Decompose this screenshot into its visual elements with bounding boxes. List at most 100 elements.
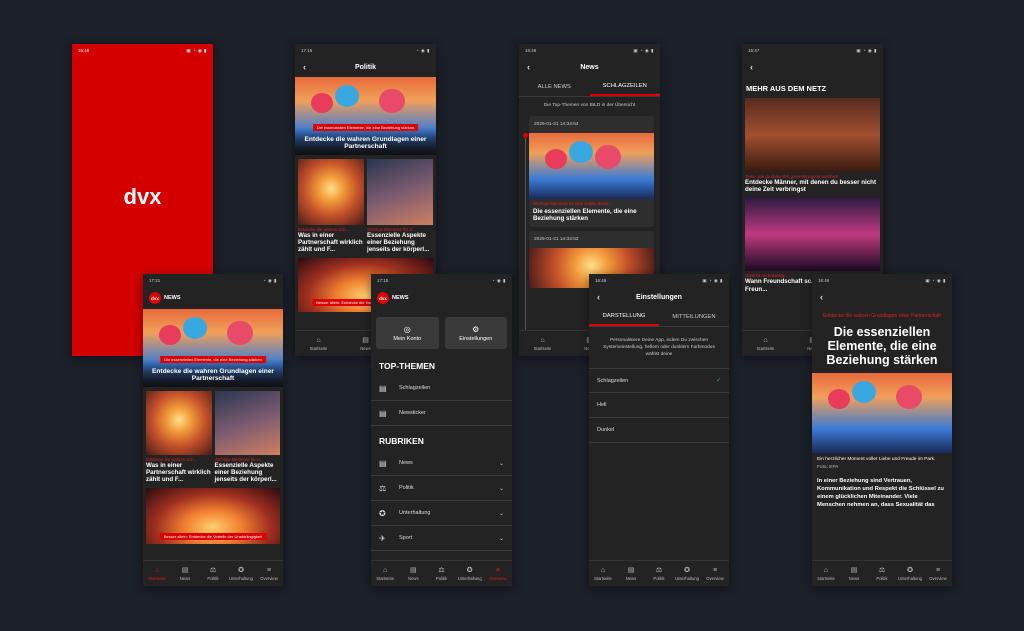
home-icon: ⌂ <box>823 566 829 574</box>
option-dunkel[interactable]: Dunkel <box>589 418 729 443</box>
home-icon: ⌂ <box>154 566 160 574</box>
tab-all-news[interactable]: ALLE NEWS <box>519 77 590 96</box>
item-title: Entdecke Männer, mit denen du besser nic… <box>745 179 877 194</box>
tree <box>828 389 850 409</box>
chevron-down-icon[interactable]: ⌄ <box>499 510 504 517</box>
brand-badge: dvx <box>377 292 389 304</box>
hero-kicker: Die essenziellen Elemente, die eine Bezi… <box>312 124 419 131</box>
nav-label: Politik <box>653 575 665 581</box>
nav-startseite[interactable]: ⌂ Startseite <box>742 331 789 356</box>
article-screen: 16:46 ▣ ◔ ◉ ▮ ‹ Entdecke die wahren Grund… <box>812 274 952 586</box>
tab-bar: DARSTELLUNG MITTEILUNGEN <box>589 307 729 327</box>
settings-button[interactable]: ⚙ Einstellungen <box>444 317 507 349</box>
nav-label: Startseite <box>148 575 166 581</box>
article-image[interactable]: Besser allein: Entdecke die Vorteile der… <box>146 487 280 544</box>
menu-label: News <box>399 460 413 466</box>
nav-unterhaltung[interactable]: ✪ Unterhaltung <box>673 561 701 586</box>
option-schlagzeilen[interactable]: Schlagzeilen ✓ <box>589 368 729 393</box>
nav-news[interactable]: ▤News <box>617 561 645 586</box>
back-icon[interactable]: ‹ <box>820 292 823 302</box>
image-caption: Ein herzlicher Moment voller Liebe und F… <box>817 457 936 462</box>
news-icon: ▤ <box>181 566 189 574</box>
nav-politik[interactable]: ⚖Politik <box>427 561 455 586</box>
menu-item-news[interactable]: ▤ News ⌄ <box>371 451 512 476</box>
nav-unterhaltung[interactable]: ✪ Unterhaltung <box>896 561 924 586</box>
list-item[interactable]: Wichtige Elemente für ei... Essenzielle A… <box>367 159 433 254</box>
nav-label: Startseite <box>594 575 612 581</box>
back-icon[interactable]: ‹ <box>750 62 753 72</box>
status-icons: ◔ ◉ ▮ <box>415 47 430 53</box>
chevron-down-icon[interactable]: ⌄ <box>499 460 504 467</box>
splash-logo: dvx <box>123 184 162 209</box>
running-icon: ✈ <box>379 533 386 543</box>
menu-label: Unterhaltung <box>399 510 431 516</box>
page-title: News <box>580 63 599 71</box>
nav-politik[interactable]: ⚖Politik <box>645 561 673 586</box>
nav-overview[interactable]: ≡ Overview <box>924 561 952 586</box>
nav-unterhaltung[interactable]: ✪ Unterhaltung <box>227 561 255 586</box>
status-icons: ◔ ◉ ▮ <box>491 277 506 283</box>
nav-news[interactable]: ▤News <box>171 561 199 586</box>
nav-overview[interactable]: ≡ Overview <box>484 561 512 586</box>
article-body: In einer Beziehung sind Vertrauen, Kommu… <box>817 477 944 508</box>
account-button[interactable]: ◎ Mein Konto <box>376 317 439 349</box>
menu-item-unterhaltung[interactable]: ✪ Unterhaltung ⌄ <box>371 501 512 526</box>
menu-item-newsticker[interactable]: ▤ Newsticker <box>371 401 512 426</box>
list-item[interactable]: Wichtige Elemente für ei... Essenzielle A… <box>214 391 280 484</box>
star-icon: ✪ <box>684 566 690 574</box>
nav-label: Startseite <box>817 575 835 581</box>
tree <box>595 145 621 169</box>
tab-darstellung[interactable]: DARSTELLUNG <box>589 307 659 326</box>
hero-image[interactable]: Die essenziellen Elemente, die eine Bezi… <box>295 77 436 155</box>
hero-kicker: Die essenziellen Elemente, die eine Bezi… <box>160 356 266 363</box>
tree <box>852 381 876 403</box>
hero-title: Entdecke die wahren Grundlagen einer Par… <box>151 367 275 383</box>
section-heading: TOP-THEMEN <box>379 361 436 371</box>
menu-item-schlagzeilen[interactable]: ▤ Schlagzeilen <box>371 376 512 401</box>
user-icon: ◎ <box>403 324 411 334</box>
tab-mitteilungen[interactable]: MITTEILUNGEN <box>659 307 729 326</box>
nav-overview[interactable]: ≡ Overview <box>701 561 729 586</box>
nav-startseite[interactable]: ⌂ Startseite <box>812 561 840 586</box>
tree <box>545 149 567 169</box>
back-icon[interactable]: ‹ <box>597 292 600 302</box>
hero-image[interactable]: Die essenziellen Elemente, die eine Bezi… <box>143 309 283 387</box>
photo-credit: Foto: EPA <box>817 464 839 470</box>
nav-overview[interactable]: ≡ Overview <box>255 561 283 586</box>
nav-startseite[interactable]: ⌂ Startseite <box>143 561 171 586</box>
app-header: dvx NEWS <box>371 287 512 309</box>
list-item[interactable]: Zeine, wie du deine Zeit gewinnbringend … <box>742 98 883 193</box>
nav-startseite[interactable]: ⌂ Startseite <box>371 561 399 586</box>
menu-icon: ≡ <box>712 566 718 574</box>
back-icon[interactable]: ‹ <box>527 62 530 72</box>
overview-screen: 17:15 ◔ ◉ ▮ dvx NEWS ◎ Mein Konto ⚙ Einstell… <box>371 274 512 586</box>
tab-schlagzeilen[interactable]: SCHLAGZEILEN <box>589 77 660 96</box>
bottom-nav: ⌂ Startseite ▤ News ⚖ Politik ✪ Unterhaltung… <box>812 560 952 586</box>
menu-label: Newsticker <box>399 410 426 416</box>
home-screen: 17:21 ◔ ◉ ▮ dvx NEWS Die essenziellen Elem… <box>143 274 283 586</box>
hero-title: Entdecke die wahren Grundlagen einer Par… <box>304 135 427 151</box>
chevron-down-icon[interactable]: ⌄ <box>499 535 504 542</box>
nav-politik[interactable]: ⚖Politik <box>868 561 896 586</box>
menu-item-politik[interactable]: ⚖ Politik ⌄ <box>371 476 512 501</box>
nav-startseite[interactable]: ⌂ Startseite <box>295 331 342 356</box>
news-icon: ▤ <box>850 566 858 574</box>
politik-icon: ⚖ <box>438 566 445 574</box>
nav-news[interactable]: ▤News <box>840 561 868 586</box>
news-card[interactable]: 2025-01-21 14:34:54 Wichtige Elemente fü… <box>529 116 654 228</box>
menu-item-sport[interactable]: ✈ Sport ⌄ <box>371 526 512 551</box>
nav-politik[interactable]: ⚖Politik <box>199 561 227 586</box>
nav-label: Overview <box>489 575 507 581</box>
bottom-nav: ⌂ Startseite ▤ News ⚖ Politik ✪ Unterhaltung… <box>143 560 283 586</box>
article-image <box>745 98 880 172</box>
tree <box>896 385 922 409</box>
back-icon[interactable]: ‹ <box>303 62 306 72</box>
nav-startseite[interactable]: ⌂ Startseite <box>589 561 617 586</box>
list-item[interactable]: Entdecke die wahren Sch... Was in einer P… <box>298 159 364 254</box>
nav-news[interactable]: ▤News <box>399 561 427 586</box>
list-item[interactable]: Entdecke die wahren Sch... Was in einer P… <box>146 391 212 484</box>
chevron-down-icon[interactable]: ⌄ <box>499 485 504 492</box>
nav-unterhaltung[interactable]: ✪ Unterhaltung <box>456 561 484 586</box>
nav-startseite[interactable]: ⌂ Startseite <box>519 331 566 356</box>
option-hell[interactable]: Hell <box>589 393 729 418</box>
